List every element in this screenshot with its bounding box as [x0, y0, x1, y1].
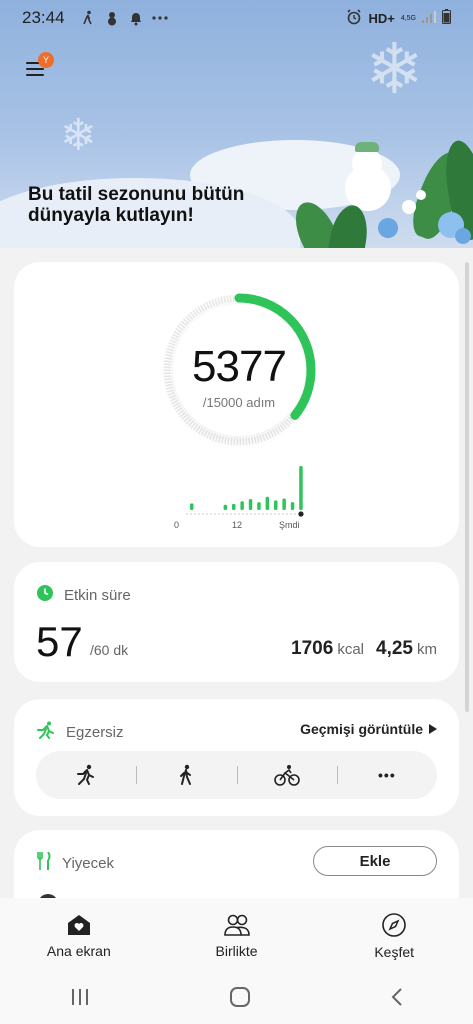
walking-icon — [79, 9, 97, 27]
hourly-bar — [290, 502, 295, 510]
status-time: 23:44 — [22, 8, 65, 27]
exercise-shortcuts: ••• — [36, 751, 437, 799]
tick-label-now: Şmdi — [279, 520, 300, 530]
more-notifications-icon — [151, 9, 169, 27]
hourly-bar — [274, 500, 278, 510]
hourly-bar — [248, 499, 253, 510]
hourly-bar — [257, 502, 261, 510]
scrollbar[interactable] — [465, 262, 469, 712]
now-marker — [298, 511, 304, 517]
walking-icon — [180, 764, 192, 785]
steps-count: 5377 — [192, 342, 287, 391]
clock-icon — [36, 584, 54, 606]
steps-card[interactable]: 5377 /15000 adım 0 12 Şmdi — [14, 262, 459, 547]
home-system-button[interactable] — [229, 986, 251, 1013]
nav-discover-label: Keşfet — [374, 944, 415, 960]
hourly-bar — [223, 504, 228, 510]
alarm-icon — [346, 8, 362, 28]
view-history-label: Geçmişi görüntüle — [300, 721, 423, 737]
snowflake-icon: ❄ — [60, 111, 97, 160]
hourly-steps-chart — [186, 466, 304, 517]
ornament — [455, 228, 471, 244]
running-icon — [77, 764, 95, 785]
network-type: HD+ — [368, 10, 395, 26]
kcal-value: 1706 — [291, 638, 334, 659]
home-system-icon — [229, 986, 250, 1007]
system-navigation — [0, 974, 473, 1024]
menu-button[interactable]: Y — [24, 52, 58, 84]
view-history-link[interactable]: Geçmişi görüntüle — [300, 721, 437, 737]
exercise-cycle-button[interactable] — [236, 751, 337, 799]
hourly-bar — [282, 498, 286, 510]
fork-knife-icon — [36, 851, 52, 874]
running-icon — [36, 721, 56, 743]
battery-icon — [442, 9, 451, 27]
status-right: HD+ 4,5G — [346, 8, 451, 28]
people-icon — [223, 914, 250, 936]
home-icon — [67, 915, 90, 935]
distance-unit: km — [417, 641, 437, 658]
active-time-title: Etkin süre — [64, 586, 131, 604]
menu-badge: Y — [38, 52, 54, 68]
back-icon — [391, 987, 402, 1006]
exercise-title: Egzersiz — [66, 723, 124, 741]
menu-icon — [26, 74, 44, 76]
food-header: Yiyecek — [36, 851, 114, 874]
snowman-icon — [103, 9, 121, 27]
hourly-bar — [240, 501, 244, 510]
active-time-card[interactable]: Etkin süre 57 /60 dk 1706 kcal 4,25 km — [14, 562, 459, 682]
status-bar: 23:44 HD+ 4,5G — [0, 0, 473, 36]
more-icon: ••• — [378, 767, 396, 783]
nav-home[interactable]: Ana ekran — [0, 898, 158, 974]
network-small: 4,5G — [400, 14, 416, 22]
add-food-button[interactable]: Ekle — [313, 846, 437, 876]
nav-discover[interactable]: Keşfet — [315, 898, 473, 974]
snowman-hat — [355, 142, 379, 152]
active-time-header: Etkin süre — [36, 584, 131, 606]
exercise-card[interactable]: Egzersiz Geçmişi görüntüle ••• — [14, 699, 459, 816]
signal-icon — [422, 10, 436, 26]
bell-icon — [127, 9, 145, 27]
tick-label-mid: 12 — [232, 520, 243, 530]
distance-value: 4,25 — [376, 638, 413, 659]
nav-together-label: Birlikte — [215, 943, 258, 959]
ornament — [378, 218, 398, 238]
banner-title: Bu tatil sezonunu bütün dünyayla kutlayı… — [28, 184, 245, 226]
hourly-bar — [190, 503, 194, 510]
back-button[interactable] — [390, 987, 404, 1012]
ornament — [402, 200, 416, 214]
hourly-bar — [265, 496, 270, 510]
nav-home-label: Ana ekran — [46, 943, 111, 959]
tick-label-start: 0 — [174, 520, 180, 530]
exercise-more-button[interactable]: ••• — [336, 751, 437, 799]
kcal-unit: kcal — [337, 641, 365, 658]
play-arrow-icon — [429, 721, 437, 737]
bottom-navigation: Ana ekran Birlikte Keşfet — [0, 898, 473, 974]
active-minutes: 57 — [36, 618, 83, 665]
ornament — [416, 190, 426, 200]
steps-ring: 5377 /15000 adım — [159, 290, 319, 450]
compass-icon — [382, 913, 406, 937]
active-stats: 1706 kcal 4,25 km — [291, 638, 437, 660]
exercise-run-button[interactable] — [36, 751, 136, 799]
snowflake-icon: ❄ — [365, 30, 424, 108]
hourly-bar — [232, 503, 236, 510]
recent-apps-icon — [71, 988, 88, 1005]
exercise-walk-button[interactable] — [136, 751, 236, 799]
cycling-icon — [273, 765, 300, 786]
food-title: Yiyecek — [62, 854, 114, 872]
nav-together[interactable]: Birlikte — [158, 898, 316, 974]
steps-goal: /15000 adım — [202, 395, 276, 410]
hourly-bar — [299, 466, 303, 510]
recent-apps-button[interactable] — [70, 988, 90, 1011]
snowman-head — [352, 148, 382, 178]
exercise-header: Egzersiz — [36, 721, 124, 743]
active-goal: /60 dk — [90, 642, 129, 658]
menu-icon — [26, 68, 44, 70]
